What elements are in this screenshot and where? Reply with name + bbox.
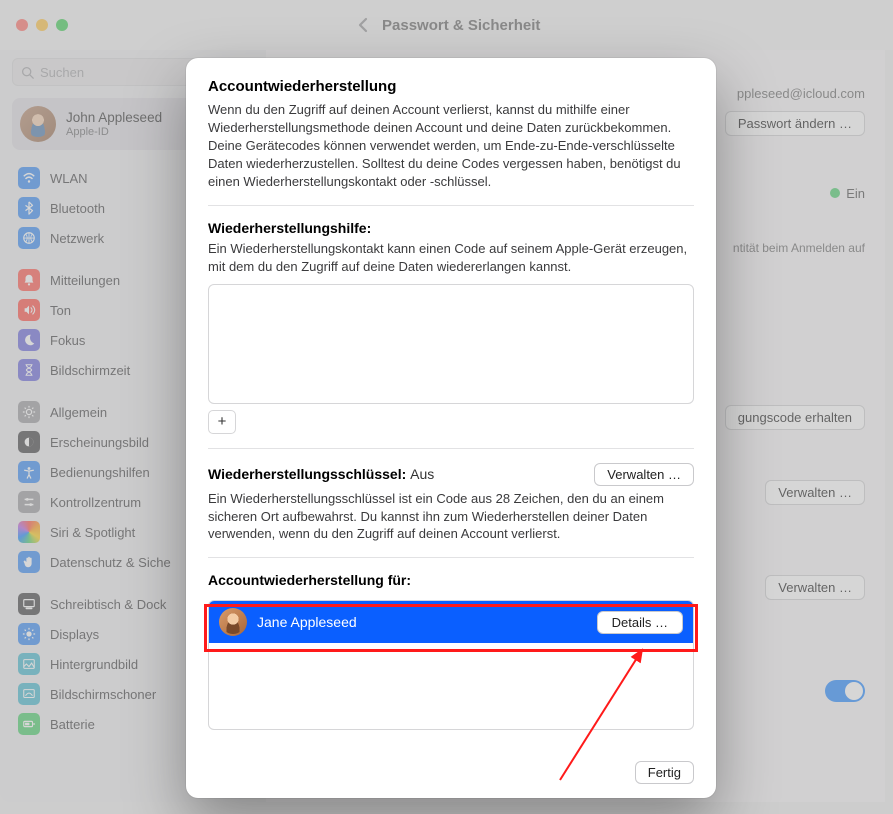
sidebar-item-label: Fokus	[50, 333, 85, 348]
manage-recovery-key-button[interactable]: Verwalten …	[594, 463, 694, 486]
gear-icon	[18, 401, 40, 423]
recovery-for-heading: Accountwiederherstellung für:	[208, 572, 694, 588]
titlebar: Passwort & Sicherheit	[0, 0, 893, 50]
sidebar-item-label: Mitteilungen	[50, 273, 120, 288]
window-controls	[16, 19, 68, 31]
sidebar-item-label: Bluetooth	[50, 201, 105, 216]
display-icon	[18, 623, 40, 645]
sidebar-item-label: Siri & Spotlight	[50, 525, 135, 540]
bluetooth-icon	[18, 197, 40, 219]
globe-icon	[18, 227, 40, 249]
sliders-icon	[18, 491, 40, 513]
hourglass-icon	[18, 359, 40, 381]
sidebar-item-label: Ton	[50, 303, 71, 318]
recovery-help-heading: Wiederherstellungshilfe:	[208, 220, 694, 236]
screensaver-icon	[18, 683, 40, 705]
sidebar-item-label: WLAN	[50, 171, 88, 186]
user-name: John Appleseed	[66, 110, 162, 126]
wallpaper-icon	[18, 653, 40, 675]
battery-icon	[18, 713, 40, 735]
sidebar-item-label: Kontrollzentrum	[50, 495, 141, 510]
moon-icon	[18, 329, 40, 351]
get-code-button[interactable]: gungscode erhalten	[725, 405, 865, 430]
details-button[interactable]: Details …	[597, 611, 683, 634]
sidebar-item-label: Allgemein	[50, 405, 107, 420]
recovery-for-list: Jane Appleseed Details …	[208, 600, 694, 730]
contact-name: Jane Appleseed	[257, 614, 357, 630]
recovery-contacts-empty-list[interactable]	[208, 284, 694, 404]
zoom-window[interactable]	[56, 19, 68, 31]
modal-title: Accountwiederherstellung	[208, 78, 694, 95]
avatar	[219, 608, 247, 636]
sidebar-item-label: Bildschirmzeit	[50, 363, 130, 378]
sidebar-item-label: Batterie	[50, 717, 95, 732]
sidebar-item-label: Bildschirmschoner	[50, 687, 156, 702]
account-recovery-modal: Accountwiederherstellung Wenn du den Zug…	[186, 58, 716, 798]
search-placeholder: Suchen	[40, 65, 84, 80]
bell-icon	[18, 269, 40, 291]
accessibility-icon	[18, 461, 40, 483]
manage-button-1[interactable]: Verwalten …	[765, 480, 865, 505]
sidebar-item-label: Erscheinungsbild	[50, 435, 149, 450]
recovery-help-text: Ein Wiederherstellungskontakt kann einen…	[208, 240, 694, 276]
identity-hint: ntität beim Anmelden auf	[733, 241, 865, 255]
minimize-window[interactable]	[36, 19, 48, 31]
appearance-icon	[18, 431, 40, 453]
modal-intro-text: Wenn du den Zugriff auf deinen Account v…	[208, 101, 694, 191]
sidebar-item-label: Netzwerk	[50, 231, 104, 246]
search-icon	[21, 66, 34, 79]
back-button[interactable]	[350, 12, 376, 38]
add-recovery-contact-button[interactable]: +	[208, 410, 236, 434]
recovery-key-status: Aus	[410, 466, 434, 482]
manage-button-2[interactable]: Verwalten …	[765, 575, 865, 600]
siri-icon	[18, 521, 40, 543]
avatar	[20, 106, 56, 142]
done-button[interactable]: Fertig	[635, 761, 694, 784]
sidebar-item-label: Schreibtisch & Dock	[50, 597, 166, 612]
change-password-button[interactable]: Passwort ändern …	[725, 111, 865, 136]
wifi-icon	[18, 167, 40, 189]
apple-id-email: ppleseed@icloud.com	[737, 86, 865, 101]
sidebar-item-label: Bedienungshilfen	[50, 465, 150, 480]
status-on: Ein	[830, 186, 865, 201]
sidebar-item-label: Hintergrundbild	[50, 657, 138, 672]
user-sub: Apple-ID	[66, 126, 162, 138]
sidebar-item-label: Displays	[50, 627, 99, 642]
recovery-key-text: Ein Wiederherstellungsschlüssel ist ein …	[208, 490, 694, 544]
sidebar-item-label: Datenschutz & Siche	[50, 555, 171, 570]
hand-icon	[18, 551, 40, 573]
toggle-switch[interactable]	[825, 680, 865, 702]
recovery-for-row[interactable]: Jane Appleseed Details …	[209, 601, 693, 643]
plus-icon: +	[218, 413, 227, 430]
page-title: Passwort & Sicherheit	[382, 17, 540, 34]
speaker-icon	[18, 299, 40, 321]
system-settings-window: Passwort & Sicherheit Suchen John Apples…	[0, 0, 893, 814]
close-window[interactable]	[16, 19, 28, 31]
dock-icon	[18, 593, 40, 615]
chevron-left-icon	[357, 17, 369, 33]
recovery-key-heading: Wiederherstellungsschlüssel: Aus	[208, 466, 434, 482]
